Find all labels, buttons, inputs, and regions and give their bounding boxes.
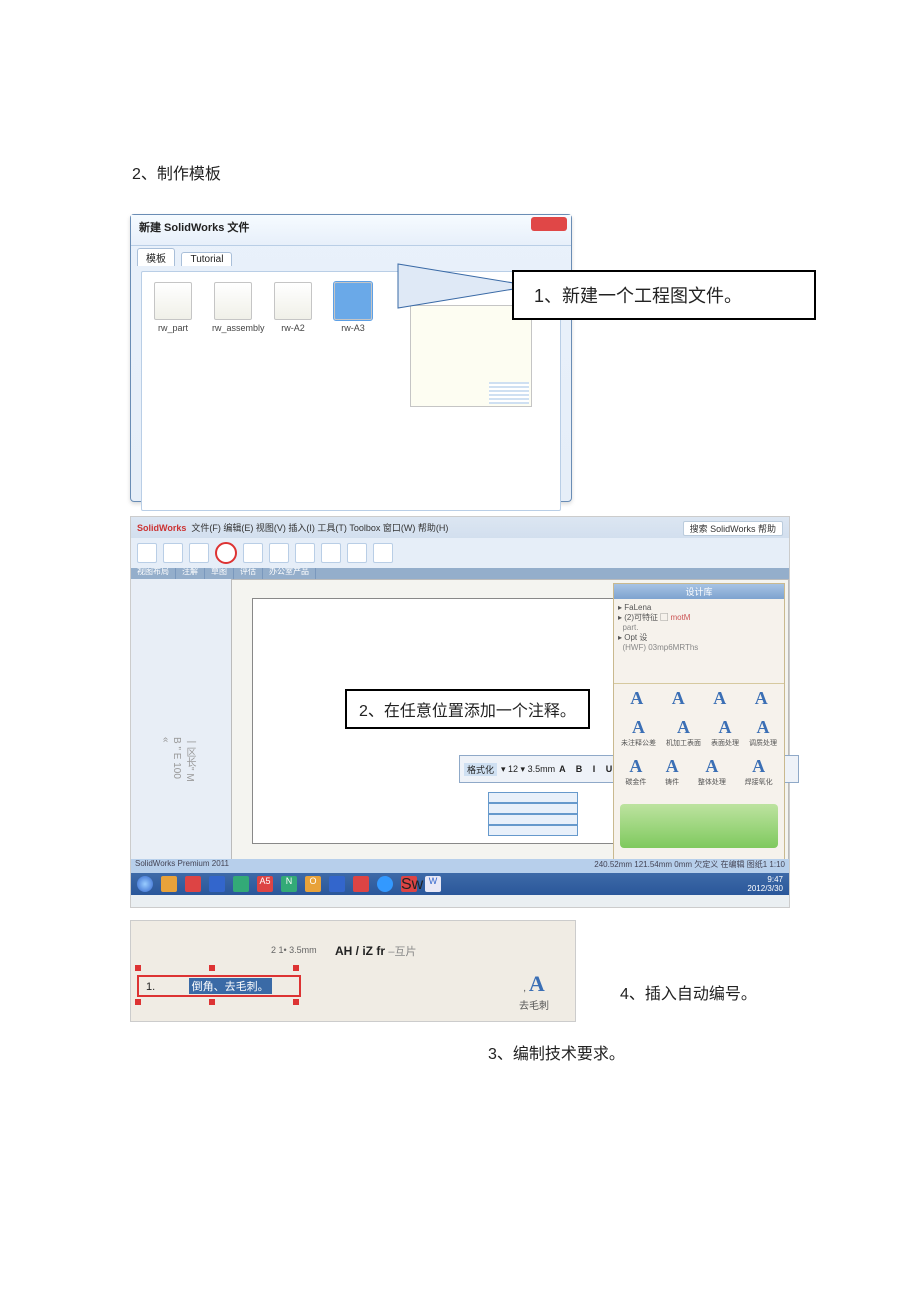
callout-arrow-icon xyxy=(392,260,532,316)
palette-item[interactable]: 机加工表面 xyxy=(666,738,701,748)
autonumber-sample[interactable]: , A去毛刺 xyxy=(519,971,549,1012)
margin-scrap-text: 一区长" MB " E 100« xyxy=(137,737,197,817)
palette-item[interactable]: 调质处理 xyxy=(749,738,777,748)
figure-format-strip: 2 1• 3.5mm AH / iZ fr –互片 1. 倒角、去毛刺。 , A… xyxy=(130,920,790,1050)
title-block xyxy=(488,792,578,836)
figure-solidworks-window: SolidWorks 文件(F) 编辑(E) 视图(V) 插入(I) 工具(T)… xyxy=(130,516,790,908)
template-label: rw-A2 xyxy=(281,323,305,333)
dialog-title: 新建 SolidWorks 文件 xyxy=(139,222,249,234)
clock: 9:47 2012/3/30 xyxy=(747,875,783,893)
font-size[interactable]: ▾ 12 ▾ 3.5mm xyxy=(501,764,555,775)
callout-1: 1、新建一个工程图文件。 xyxy=(512,270,816,320)
palette-item[interactable]: 焊接氧化 xyxy=(745,777,773,787)
search-input[interactable]: 搜索 SolidWorks 帮助 xyxy=(683,521,783,536)
palette-item[interactable]: 未注释公差 xyxy=(621,738,656,748)
preview-box xyxy=(410,305,532,407)
tab-templates[interactable]: 模板 xyxy=(137,248,175,266)
template-part[interactable]: rw_part xyxy=(152,282,194,333)
feature-tree-panel[interactable] xyxy=(131,579,232,873)
callout-4: 4、插入自动编号。 xyxy=(600,970,777,1014)
callout-2: 2、在任意位置添加一个注释。 xyxy=(345,689,590,729)
windows-taskbar[interactable]: A5 N O Sw W 9:47 2012/3/30 xyxy=(131,873,789,895)
callout-3: 3、编制技术要求。 xyxy=(488,1040,625,1064)
tech-req-text[interactable]: 1. 倒角、去毛刺。 xyxy=(137,975,301,997)
template-a3[interactable]: rw-A3 xyxy=(332,282,374,333)
dialog-titlebar: 新建 SolidWorks 文件 xyxy=(131,215,571,246)
size-readout: 2 1• 3.5mm xyxy=(271,945,317,955)
format-strip: 2 1• 3.5mm AH / iZ fr –互片 1. 倒角、去毛刺。 , A… xyxy=(130,920,576,1022)
template-label: rw_part xyxy=(158,323,188,333)
template-label: rw_assembly xyxy=(212,323,265,333)
format-label: 格式化 xyxy=(464,763,497,776)
section-heading: 2、制作模板 xyxy=(132,160,790,184)
figure-new-file-dialog: 新建 SolidWorks 文件 模板 Tutorial rw_part rw_… xyxy=(130,214,790,504)
palette-item[interactable]: 铸件 xyxy=(665,777,679,787)
status-bar: SolidWorks Premium 2011 240.52mm 121.54m… xyxy=(131,859,789,873)
close-icon[interactable] xyxy=(531,217,567,231)
menu-bar[interactable]: 文件(F) 编辑(E) 视图(V) 插入(I) 工具(T) Toolbox 窗口… xyxy=(191,523,448,533)
palette-item[interactable]: 整体处理 xyxy=(698,777,726,787)
template-assembly[interactable]: rw_assembly xyxy=(212,282,254,333)
note-tool-icon[interactable] xyxy=(215,542,237,564)
new-file-dialog: 新建 SolidWorks 文件 模板 Tutorial rw_part rw_… xyxy=(130,214,572,502)
app-brand: SolidWorks xyxy=(137,523,186,533)
template-label: rw-A3 xyxy=(341,323,365,333)
format-sample: AH / iZ fr xyxy=(335,944,385,958)
design-library-panel[interactable]: 设计库 ▸ FaLena▸ (2)可特征 ▢ motM part.▸ Opt 设… xyxy=(613,583,785,871)
start-icon[interactable] xyxy=(137,876,153,892)
template-a2[interactable]: rw-A2 xyxy=(272,282,314,333)
format-sample-sub: –互片 xyxy=(388,946,416,958)
palette-item[interactable]: 碳金件 xyxy=(625,777,646,787)
ribbon-toolbar[interactable] xyxy=(131,538,789,568)
palette-title: 设计库 xyxy=(614,584,784,599)
tab-tutorial[interactable]: Tutorial xyxy=(181,252,232,266)
palette-item[interactable]: 表面处理 xyxy=(711,738,739,748)
